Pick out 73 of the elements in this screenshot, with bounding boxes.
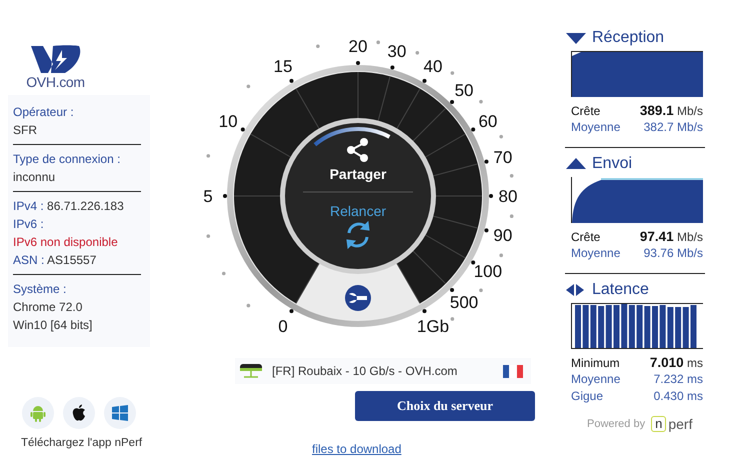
server-choice-button[interactable]: Choix du serveur bbox=[355, 391, 535, 421]
share-icon[interactable] bbox=[347, 138, 368, 162]
stat-value: 382.7 bbox=[644, 120, 674, 134]
stat-value: 93.76 bbox=[644, 246, 674, 260]
app-store-button[interactable] bbox=[63, 397, 95, 429]
logo-text: OVH.com bbox=[26, 74, 85, 90]
download-link[interactable]: files to download bbox=[312, 442, 402, 456]
server-icon bbox=[239, 362, 263, 380]
scale-label: 100 bbox=[474, 262, 502, 281]
scale-label: 20 bbox=[348, 37, 368, 56]
stat-unit: Mb/s bbox=[676, 246, 703, 260]
scale-label: 70 bbox=[493, 148, 512, 168]
field-value: Chrome 72.0 bbox=[13, 299, 84, 316]
field-value: inconnu bbox=[13, 169, 56, 186]
refresh-icon[interactable] bbox=[346, 220, 370, 250]
scale-label: 40 bbox=[424, 57, 442, 76]
share-label[interactable]: Partager bbox=[330, 166, 386, 182]
wrench-icon[interactable] bbox=[345, 285, 371, 311]
windows-icon[interactable] bbox=[111, 404, 129, 422]
restart-label[interactable]: Relancer bbox=[330, 203, 386, 219]
scale-label: 5 bbox=[203, 187, 213, 206]
section-title: Envoi bbox=[592, 155, 632, 173]
stat-value: 7.232 bbox=[654, 372, 684, 386]
section-title: Latence bbox=[592, 281, 649, 299]
app-caption: Téléchargez l'app nPerf bbox=[20, 437, 144, 449]
scale-label: 10 bbox=[218, 112, 238, 131]
stat-unit: ms bbox=[687, 356, 703, 370]
field-value: 86.71.226.183 bbox=[47, 199, 124, 213]
field-value: Win10 [64 bits] bbox=[13, 317, 94, 334]
stat-label: Moyenne bbox=[571, 372, 620, 386]
logo-badge: n bbox=[651, 416, 666, 432]
field-label: IPv4 : bbox=[13, 199, 44, 213]
stat-value: 0.430 bbox=[654, 389, 684, 403]
up-triangle-icon bbox=[565, 157, 587, 171]
stat-unit: ms bbox=[687, 389, 703, 403]
stat-unit: Mb/s bbox=[676, 120, 703, 134]
logo-text: perf bbox=[668, 416, 692, 432]
scale-label: 0 bbox=[278, 316, 288, 336]
stat-label: Crête bbox=[571, 104, 600, 118]
scale-label: 50 bbox=[454, 80, 474, 100]
field-label: Type de connexion : bbox=[13, 151, 122, 168]
field-label: IPv6 : bbox=[13, 216, 45, 233]
scale-label: 60 bbox=[478, 112, 498, 131]
scale-label: 500 bbox=[450, 293, 478, 312]
scale-label: 1Gb bbox=[416, 316, 450, 336]
scale-label: 15 bbox=[274, 57, 292, 76]
server-name: [FR] Roubaix - 10 Gb/s - OVH.com bbox=[272, 364, 458, 378]
field-label: ASN : bbox=[13, 253, 44, 267]
stat-label: Gigue bbox=[571, 389, 604, 403]
stat-unit: ms bbox=[687, 372, 703, 386]
stat-value: 389.1 bbox=[640, 103, 674, 118]
scale-label: 30 bbox=[387, 42, 406, 62]
stat-label: Moyenne bbox=[571, 246, 620, 260]
field-value: AS15557 bbox=[47, 253, 96, 267]
error-message: IPv6 non disponible bbox=[13, 234, 119, 251]
stat-unit: Mb/s bbox=[676, 230, 703, 244]
stat-unit: Mb/s bbox=[676, 104, 703, 118]
flag-icon bbox=[503, 364, 523, 378]
stat-label: Moyenne bbox=[571, 120, 620, 134]
scale-label: 80 bbox=[498, 187, 518, 206]
logo-icon bbox=[28, 44, 82, 74]
stat-value: 97.41 bbox=[640, 229, 674, 244]
stat-label: Minimum bbox=[571, 356, 620, 370]
stat-value: 7.010 bbox=[650, 355, 684, 370]
stat-label: Crête bbox=[571, 230, 600, 244]
field-label: Système : bbox=[13, 281, 68, 298]
down-triangle-icon bbox=[565, 31, 587, 45]
section-title: Réception bbox=[592, 29, 664, 47]
field-value: SFR bbox=[13, 122, 38, 139]
scale-label: 90 bbox=[493, 226, 512, 245]
apple-icon[interactable] bbox=[70, 404, 88, 422]
field-label: Opérateur : bbox=[13, 104, 75, 121]
powered-by-text: Powered by bbox=[587, 418, 646, 430]
